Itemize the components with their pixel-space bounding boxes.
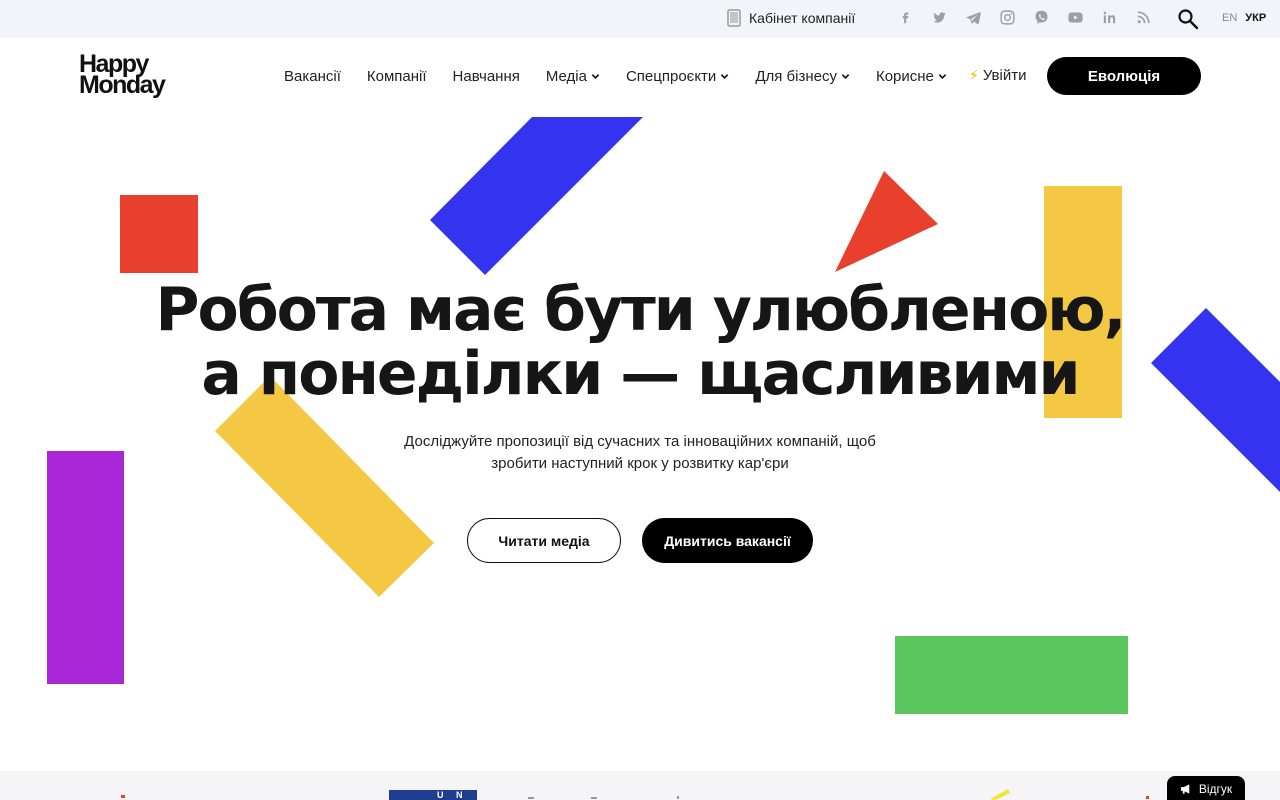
feedback-button[interactable]: Відгук xyxy=(1167,776,1245,800)
language-switcher: EN УКР xyxy=(1222,12,1266,24)
partner-logo-fragment xyxy=(677,796,679,799)
yellow-diagonal-bar-shape xyxy=(215,376,434,597)
telegram-icon[interactable] xyxy=(956,6,990,28)
feedback-label: Відгук xyxy=(1198,782,1233,796)
un-logo-letter: U xyxy=(437,790,444,800)
partner-logo-fragment xyxy=(591,797,597,799)
partner-logo-fragment xyxy=(528,797,534,799)
youtube-icon[interactable] xyxy=(1058,6,1092,28)
company-cabinet-label: Кабінет компанії xyxy=(749,10,856,26)
lang-ukr[interactable]: УКР xyxy=(1245,12,1266,24)
un-logo-letter: N xyxy=(456,790,463,800)
hero-subtitle-line-1: Досліджуйте пропозиції від сучасних та і… xyxy=(404,433,876,450)
instagram-icon[interactable] xyxy=(990,6,1024,28)
linkedin-icon[interactable] xyxy=(1092,6,1126,28)
partner-logo-dot xyxy=(121,795,125,798)
viber-icon[interactable] xyxy=(1024,6,1058,28)
purple-vertical-bar-shape xyxy=(47,451,124,684)
document-icon xyxy=(727,9,741,27)
hero-subtitle: Досліджуйте пропозиції від сучасних та і… xyxy=(0,431,1280,475)
blue-bar-top-shape xyxy=(430,117,643,275)
red-square-shape xyxy=(120,195,198,273)
rss-icon[interactable] xyxy=(1126,6,1160,28)
partner-logos-peek xyxy=(121,789,1149,800)
red-triangle-shape xyxy=(835,171,938,272)
social-links xyxy=(888,6,1160,28)
green-rectangle-shape xyxy=(895,636,1128,714)
hero-title-line-2: а понеділки — щасливими xyxy=(201,339,1080,409)
view-vacancies-button[interactable]: Дивитись вакансії xyxy=(642,518,813,563)
partner-logo-yellow-fragment xyxy=(990,789,1010,800)
hero-subtitle-line-2: зробити наступний крок у розвитку кар'єр… xyxy=(491,455,789,472)
twitter-icon[interactable] xyxy=(922,6,956,28)
search-icon[interactable] xyxy=(1176,7,1200,31)
partner-logo-dot xyxy=(1146,796,1149,799)
lang-en[interactable]: EN xyxy=(1222,12,1237,24)
facebook-icon[interactable] xyxy=(888,6,922,28)
partner-logo-un: U N xyxy=(389,790,477,800)
hero-title-line-1: Робота має бути улюбленою, xyxy=(155,275,1127,345)
megaphone-icon xyxy=(1180,784,1190,794)
read-media-button[interactable]: Читати медіа xyxy=(467,518,621,563)
company-cabinet-link[interactable]: Кабінет компанії xyxy=(727,9,855,27)
hero-title: Робота має бути улюбленою, а понеділки —… xyxy=(0,278,1280,406)
